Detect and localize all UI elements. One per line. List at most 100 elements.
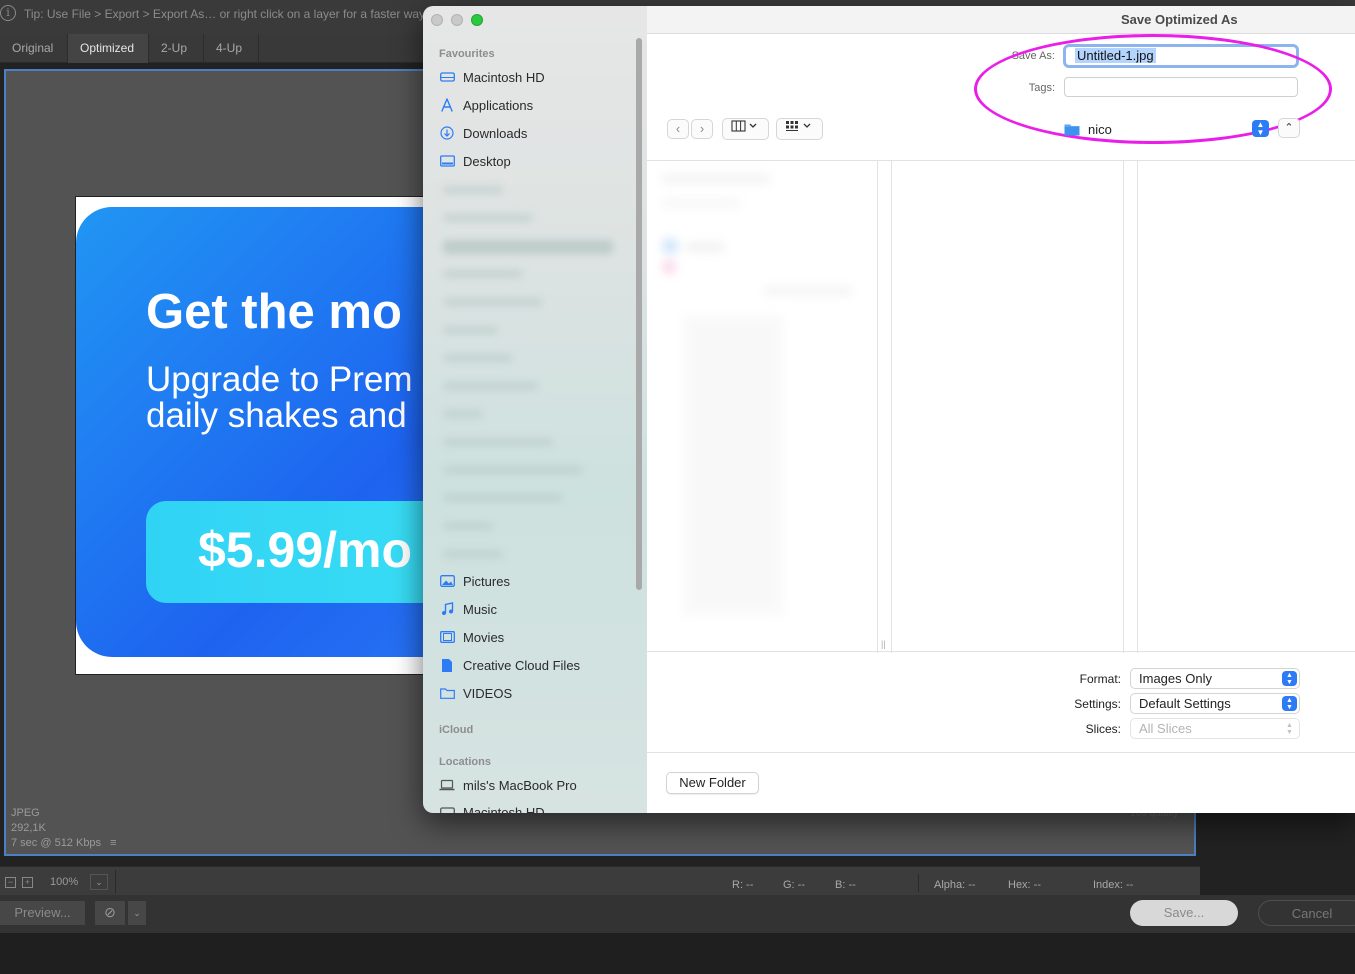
sidebar-item-macintosh-hd[interactable]: Macintosh HD [439,66,545,88]
ad-price-box: $5.99/mo [146,501,434,603]
chevron-updown-icon: ▲ ▼ [1286,722,1293,736]
speed-menu-icon[interactable]: ≡ [110,837,116,849]
settings-value: Default Settings [1139,696,1231,711]
divider [647,752,1355,753]
tip-text: Tip: Use File > Export > Export As… or r… [24,7,426,21]
sidebar-item-label: Downloads [463,125,528,141]
sidebar-item-desktop[interactable]: Desktop [439,150,511,172]
location-select[interactable]: nico [1064,119,1270,139]
cancel-button[interactable]: Cancel [1258,900,1355,926]
icloud-header: iCloud [439,724,474,736]
chevron-updown-icon: ▲ ▼ [1282,696,1297,711]
format-label: Format: [1079,672,1121,686]
group-view-button[interactable] [776,118,823,140]
footer [0,933,1355,974]
sidebar-item-label: Desktop [463,153,511,169]
dialog-title-bar: Save Optimized As [647,6,1355,34]
ad-subline-2: daily shakes and [146,396,407,435]
ad-card: Get the mo Upgrade to Prem daily shakes … [76,207,434,657]
movies-icon [439,629,455,645]
sidebar-item-label: Music [463,601,497,617]
readout-hex: Hex: -- [1008,879,1041,891]
sidebar-item-movies[interactable]: Movies [439,626,504,648]
applications-icon [439,97,455,113]
save-as-label: Save As: [1011,50,1055,62]
tags-label: Tags: [1028,82,1055,94]
sidebar-item-downloads[interactable]: Downloads [439,122,527,144]
sidebar-item-macbook-pro[interactable]: mils's MacBook Pro [439,774,577,796]
back-button[interactable]: ‹ [667,119,689,139]
ad-subline-1: Upgrade to Prem [146,360,413,399]
sidebar-scrollbar[interactable] [636,38,642,590]
zoom-out-icon[interactable]: − [5,877,16,888]
tab-original[interactable]: Original [0,34,68,63]
ad-headline: Get the mo [146,285,402,339]
locations-header: Locations [439,756,491,768]
readout-index: Index: -- [1093,879,1134,891]
minimize-window-button[interactable] [451,14,463,26]
format-value: Images Only [1139,671,1212,686]
tab-2-up[interactable]: 2-Up [149,34,204,63]
column-resize-handle[interactable]: || [881,639,886,649]
hard-drive-icon [439,804,455,813]
ad-subline: Upgrade to Prem daily shakes and [146,362,413,434]
sidebar-item-label: mils's MacBook Pro [463,777,577,793]
location-value: nico [1088,121,1112,137]
location-chevron-icon[interactable]: ▲ ▼ [1252,120,1269,137]
sidebar-item-applications[interactable]: Applications [439,94,533,116]
preview-button[interactable]: Preview... [0,901,85,925]
save-as-input[interactable]: Untitled-1.jpg [1063,44,1299,68]
chevron-updown-icon: ▲ ▼ [1282,671,1297,686]
tags-input[interactable] [1064,77,1298,97]
sidebar-item-creative-cloud-files[interactable]: Creative Cloud Files [439,654,580,676]
tab-4-up[interactable]: 4-Up [204,34,259,63]
save-button[interactable]: Save... [1130,900,1238,926]
ad-price: $5.99/mo [198,522,413,578]
sidebar-item-videos[interactable]: VIDEOS [439,682,512,704]
file-browser[interactable]: || [647,160,1355,653]
blurred-sidebar-items [437,178,625,570]
slices-value: All Slices [1139,721,1192,736]
download-speed: 7 sec @ 512 Kbps ≡ [11,836,117,851]
file-format: JPEG [11,807,40,819]
file-icon [439,657,455,673]
browser-preview-icon[interactable]: ⊘ [95,901,125,925]
grid-icon [785,121,810,131]
close-window-button[interactable] [431,14,443,26]
file-size: 292,1K [11,822,46,834]
status-bar: − + 100% ⌄ R: -- G: -- B: -- Alpha: -- H… [0,866,1200,895]
settings-label: Settings: [1074,697,1121,711]
sidebar-item-pictures[interactable]: Pictures [439,570,510,592]
sidebar-item-label: Pictures [463,573,510,589]
format-select[interactable]: Images Only ▲ ▼ [1130,668,1300,689]
zoom-dropdown-icon[interactable]: ⌄ [90,874,108,890]
column-divider [1137,161,1138,653]
sidebar-item-label: Applications [463,97,534,113]
settings-select[interactable]: Default Settings ▲ ▼ [1130,693,1300,714]
column-divider[interactable] [1123,161,1124,653]
column-divider[interactable] [877,161,878,653]
sidebar-item-music[interactable]: Music [439,598,497,620]
collapse-button[interactable]: ⌃ [1278,118,1300,138]
optimization-info: JPEG 292,1K 7 sec @ 512 Kbps ≡ [11,806,117,851]
dialog-title: Save Optimized As [1121,12,1238,27]
column-view-button[interactable] [722,118,769,140]
save-as-value: Untitled-1.jpg [1075,48,1156,63]
color-readout: R: -- G: -- B: -- Alpha: -- Hex: -- Inde… [115,870,1200,894]
sidebar-item-macintosh-hd-location[interactable]: Macintosh HD [439,801,545,813]
columns-icon [730,120,756,132]
forward-button[interactable]: › [691,119,713,139]
info-icon: i [0,5,16,21]
tab-optimized[interactable]: Optimized [68,34,149,63]
zoom-window-button[interactable] [471,14,483,26]
dialog-main: Save Optimized As Save As: Untitled-1.jp… [647,6,1355,813]
zoom-in-icon[interactable]: + [22,877,33,888]
blurred-file-list [653,165,873,615]
sidebar-item-label: VIDEOS [463,685,513,701]
readout-b: B: -- [835,879,856,891]
sidebar: Favourites Macintosh HD Applications Dow… [423,6,647,813]
new-folder-button[interactable]: New Folder [666,772,759,794]
chevron-down-icon[interactable]: ⌄ [128,901,146,925]
pictures-icon [439,573,455,589]
favourites-header: Favourites [439,48,495,60]
